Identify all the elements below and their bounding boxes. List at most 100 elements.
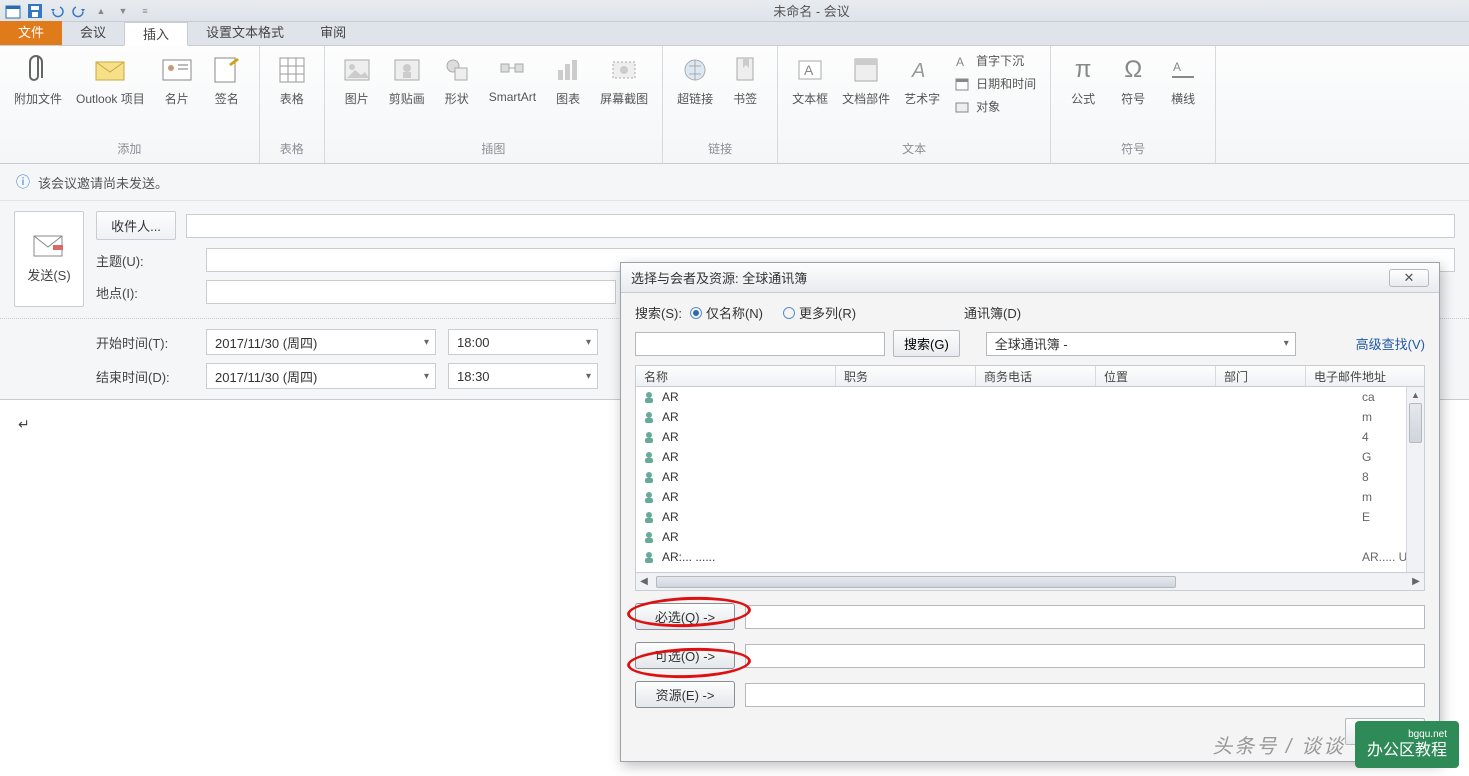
horizontal-scrollbar[interactable]: ◀▶: [635, 573, 1425, 591]
wordart-button[interactable]: A艺术字: [898, 50, 946, 111]
list-item[interactable]: AR8: [636, 467, 1424, 487]
bookmark-button[interactable]: 书签: [721, 50, 769, 111]
tab-format[interactable]: 设置文本格式: [188, 21, 302, 45]
recipients-button[interactable]: 收件人...: [96, 211, 176, 240]
table-button[interactable]: 表格: [268, 50, 316, 111]
title-bar: ▲ ▼ ≡ 未命名 - 会议: [0, 0, 1469, 22]
search-button[interactable]: 搜索(G): [893, 330, 960, 357]
list-item[interactable]: ARm: [636, 487, 1424, 507]
end-date-select[interactable]: 2017/11/30 (周四): [206, 363, 436, 389]
save-icon[interactable]: [26, 2, 44, 20]
name-only-radio[interactable]: 仅名称(N): [690, 303, 763, 322]
redo-icon[interactable]: [70, 2, 88, 20]
list-item[interactable]: AR4: [636, 427, 1424, 447]
close-button[interactable]: ✕: [1389, 269, 1429, 287]
list-item[interactable]: ARE: [636, 507, 1424, 527]
dropcap-button[interactable]: A首字下沉: [948, 50, 1030, 71]
hline-button[interactable]: A横线: [1159, 50, 1207, 111]
search-input[interactable]: [635, 332, 885, 356]
address-book-dialog: 选择与会者及资源: 全球通讯簿 ✕ 搜索(S): 仅名称(N) 更多列(R) 通…: [620, 262, 1440, 762]
resource-input[interactable]: [745, 683, 1425, 707]
down-icon[interactable]: ▼: [114, 2, 132, 20]
subject-label: 主题(U):: [96, 251, 206, 270]
parts-button[interactable]: 文档部件: [836, 50, 896, 111]
undo-icon[interactable]: [48, 2, 66, 20]
smartart-icon: [496, 54, 528, 86]
qat-overflow-icon[interactable]: ≡: [136, 2, 154, 20]
textbox-button[interactable]: A文本框: [786, 50, 834, 111]
up-icon[interactable]: ▲: [92, 2, 110, 20]
clipart-button[interactable]: 剪贴画: [383, 50, 431, 111]
attach-file-button[interactable]: 附加文件: [8, 50, 68, 111]
symbol-button[interactable]: Ω符号: [1109, 50, 1157, 111]
ribbon-group-symbol: π公式 Ω符号 A横线 符号: [1051, 46, 1216, 163]
tab-meeting[interactable]: 会议: [62, 21, 124, 45]
col-title[interactable]: 职务: [836, 366, 976, 386]
start-date-select[interactable]: 2017/11/30 (周四): [206, 329, 436, 355]
end-time-select[interactable]: 18:30: [448, 363, 598, 389]
location-label: 地点(I):: [96, 283, 206, 302]
datetime-icon: [954, 76, 970, 92]
object-button[interactable]: 对象: [948, 96, 1006, 117]
required-button[interactable]: 必选(Q) ->: [635, 603, 735, 630]
more-columns-radio[interactable]: 更多列(R): [783, 303, 856, 322]
chart-icon: [552, 54, 584, 86]
datetime-button[interactable]: 日期和时间: [948, 73, 1042, 94]
required-input[interactable]: [745, 605, 1425, 629]
user-icon: [642, 530, 656, 544]
list-item[interactable]: ARm: [636, 407, 1424, 427]
end-label: 结束时间(D):: [96, 367, 206, 386]
optional-button[interactable]: 可选(O) ->: [635, 642, 735, 669]
recipients-input[interactable]: [186, 214, 1455, 238]
list-item[interactable]: ARG: [636, 447, 1424, 467]
list-item[interactable]: ARca: [636, 387, 1424, 407]
list-item[interactable]: AR: [636, 527, 1424, 547]
send-button[interactable]: 发送(S): [14, 211, 84, 307]
col-dept[interactable]: 部门: [1216, 366, 1306, 386]
tab-review[interactable]: 审阅: [302, 21, 364, 45]
info-text: 该会议邀请尚未发送。: [38, 173, 168, 192]
tab-insert[interactable]: 插入: [124, 22, 188, 46]
bookmark-icon: [729, 54, 761, 86]
resource-button[interactable]: 资源(E) ->: [635, 681, 735, 708]
send-icon: [33, 235, 65, 259]
ribbon: 附加文件 Outlook 项目 名片 签名 添加 表格 表格 图片 剪贴画 形状…: [0, 46, 1469, 164]
search-label: 搜索(S):: [635, 303, 682, 322]
hyperlink-icon: [679, 54, 711, 86]
envelope-icon: [94, 54, 126, 86]
signature-button[interactable]: 签名: [203, 50, 251, 111]
signature-icon: [211, 54, 243, 86]
table-icon: [276, 54, 308, 86]
addressbook-select[interactable]: 全球通讯簿 -: [986, 332, 1296, 356]
wordart-icon: A: [906, 54, 938, 86]
col-bphone[interactable]: 商务电话: [976, 366, 1096, 386]
hline-icon: A: [1167, 54, 1199, 86]
shapes-button[interactable]: 形状: [433, 50, 481, 111]
list-item[interactable]: AR:... ......AR..... US: [636, 547, 1424, 567]
location-input[interactable]: [206, 280, 616, 304]
vertical-scrollbar[interactable]: ▲: [1406, 387, 1424, 572]
paperclip-icon: [22, 54, 54, 86]
screenshot-button[interactable]: 屏幕截图: [594, 50, 654, 111]
smartart-button[interactable]: SmartArt: [483, 50, 542, 108]
start-time-select[interactable]: 18:00: [448, 329, 598, 355]
ribbon-group-text: A文本框 文档部件 A艺术字 A首字下沉 日期和时间 对象 文本: [778, 46, 1051, 163]
results-list[interactable]: ARcaARmAR4ARGAR8ARmAREARAR:... ......AR.…: [635, 387, 1425, 573]
shapes-icon: [441, 54, 473, 86]
advanced-find-link[interactable]: 高级查找(V): [1356, 334, 1425, 353]
col-email[interactable]: 电子邮件地址: [1306, 366, 1424, 386]
equation-button[interactable]: π公式: [1059, 50, 1107, 111]
picture-button[interactable]: 图片: [333, 50, 381, 111]
user-icon: [642, 490, 656, 504]
chart-button[interactable]: 图表: [544, 50, 592, 111]
optional-input[interactable]: [745, 644, 1425, 668]
user-icon: [642, 450, 656, 464]
tab-file[interactable]: 文件: [0, 21, 62, 45]
outlook-item-button[interactable]: Outlook 项目: [70, 50, 151, 111]
object-icon: [954, 99, 970, 115]
hyperlink-button[interactable]: 超链接: [671, 50, 719, 111]
business-card-button[interactable]: 名片: [153, 50, 201, 111]
col-name[interactable]: 名称: [636, 366, 836, 386]
col-loc[interactable]: 位置: [1096, 366, 1216, 386]
calendar-icon[interactable]: [4, 2, 22, 20]
